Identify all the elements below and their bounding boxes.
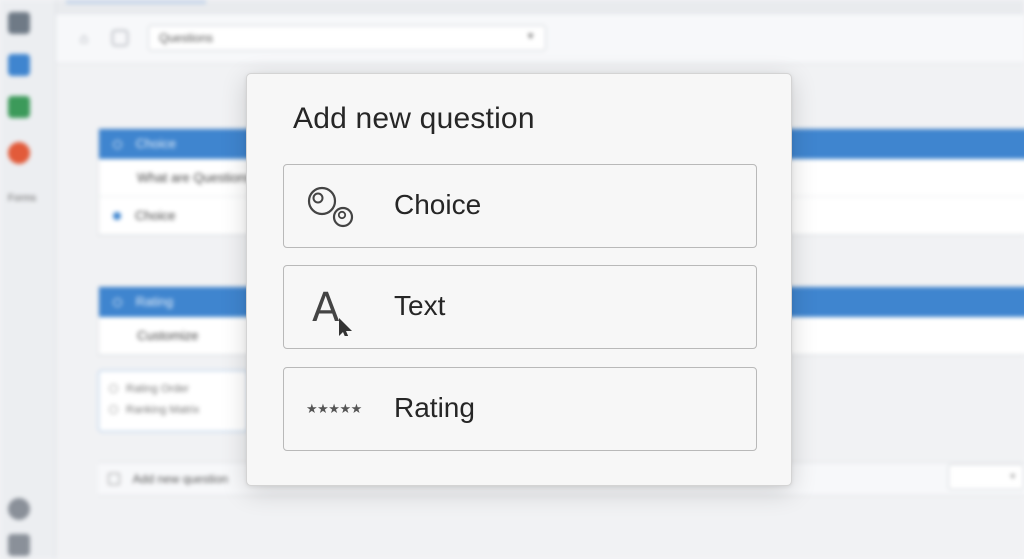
question-row-text: Choice: [135, 208, 176, 223]
forms-app-icon[interactable]: [8, 142, 30, 164]
top-strip: [56, 0, 1024, 14]
text-option-label: Text: [394, 290, 446, 321]
selected-bullet-icon: [113, 212, 121, 220]
rail-bottom-icon-2[interactable]: [8, 534, 30, 556]
radio-icon: [109, 405, 118, 414]
choice-option-button[interactable]: Choice: [283, 164, 757, 248]
rail-bottom-icon-1[interactable]: [8, 498, 30, 520]
question-type-icon: [113, 298, 122, 307]
question-type-icon: [113, 140, 122, 149]
rating-stars-icon: ★★★★★: [306, 402, 362, 417]
home-icon[interactable]: ⌂: [76, 30, 92, 46]
choice-option-label: Choice: [394, 189, 482, 220]
right-widget-icon: ▾: [1010, 471, 1015, 481]
question-header-label: Rating: [135, 294, 174, 309]
choice-bubbles-icon: [306, 179, 362, 235]
text-cursor-icon: A: [306, 280, 362, 336]
app-icon-1[interactable]: [8, 12, 30, 34]
option-preview-label: Ranking Matrix: [126, 404, 200, 416]
dialog-title: Add new question: [293, 102, 535, 135]
rail-label: Forms: [7, 193, 37, 204]
question-row-text: What are Questions: [137, 170, 252, 185]
options-preview[interactable]: Rating Order Ranking Matrix: [98, 370, 248, 432]
rating-option-button[interactable]: ★★★★★ Rating: [283, 367, 757, 451]
checkbox-icon[interactable]: [112, 30, 128, 46]
option-preview-item[interactable]: Ranking Matrix: [109, 400, 237, 421]
rating-option-label: Rating: [394, 392, 475, 423]
app-icon-2[interactable]: [8, 54, 30, 76]
option-preview-label: Rating Order: [126, 383, 189, 395]
toolbar: ⌂ Questions ▼: [56, 14, 1024, 64]
add-question-dialog: Add new question Choice A Text ★★★★★ Rat…: [246, 73, 792, 486]
app-icon-3[interactable]: [8, 96, 30, 118]
right-widget[interactable]: ▾: [948, 464, 1024, 490]
question-row-text: Customize: [137, 328, 199, 343]
questions-select[interactable]: Questions ▼: [148, 25, 546, 51]
question-header-label: Choice: [135, 136, 177, 151]
questions-select-value: Questions: [159, 31, 214, 45]
text-option-button[interactable]: A Text: [283, 265, 757, 349]
chevron-down-icon: ▼: [526, 31, 535, 41]
app-rail: Forms: [0, 0, 56, 559]
add-icon: [108, 473, 120, 485]
option-preview-item[interactable]: Rating Order: [109, 379, 237, 400]
radio-icon: [109, 384, 118, 393]
add-question-label: Add new question: [132, 472, 229, 486]
